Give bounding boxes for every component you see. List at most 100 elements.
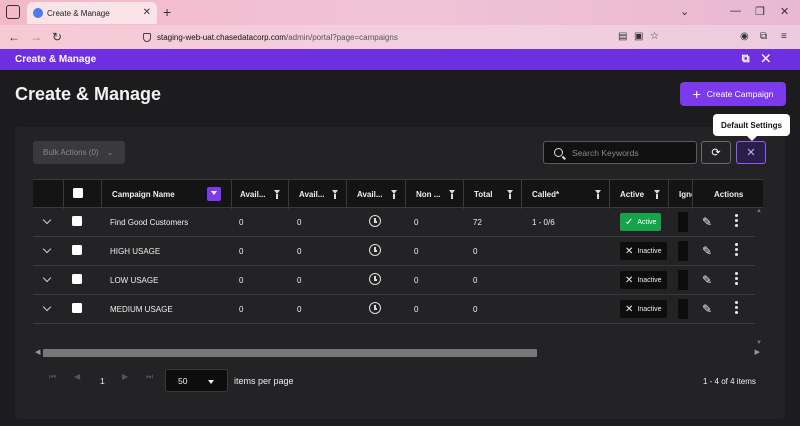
search-input[interactable]: Search Keywords <box>543 141 697 164</box>
column-avail-1[interactable]: Avail... <box>231 180 288 209</box>
extensions-icon[interactable]: ⧉ <box>760 31 767 42</box>
tools-icon: ✕ <box>746 147 756 159</box>
filter-icon[interactable] <box>391 190 397 199</box>
picture-in-picture-icon[interactable]: ▣ <box>634 31 643 42</box>
filter-icon[interactable] <box>332 190 338 199</box>
default-settings-button[interactable]: ✕ <box>736 141 766 164</box>
table-row[interactable]: MEDIUM USAGE 0 0 0 0 ✕ Inactive ✎ <box>33 295 755 324</box>
edit-pencil-icon[interactable]: ✎ <box>702 244 712 258</box>
scroll-down-icon[interactable]: ▼ <box>756 340 762 346</box>
campaign-name[interactable]: MEDIUM USAGE <box>110 295 173 323</box>
previous-page-icon[interactable]: ◀ <box>74 372 80 381</box>
first-page-icon[interactable]: ⏮ <box>49 372 56 382</box>
current-page[interactable]: 1 <box>100 376 105 386</box>
menu-icon[interactable]: ≡ <box>781 31 787 42</box>
filter-icon[interactable] <box>274 190 280 199</box>
row-checkbox[interactable] <box>72 216 82 226</box>
filter-icon[interactable] <box>449 190 455 199</box>
reload-icon[interactable]: ↻ <box>52 30 62 44</box>
status-label: Active <box>637 218 657 226</box>
non-value: 0 <box>414 304 419 314</box>
scroll-left-icon[interactable]: ◀ <box>35 348 40 356</box>
column-non[interactable]: Non ... <box>405 180 463 209</box>
filter-active-icon[interactable] <box>207 187 221 201</box>
avail-1-value: 0 <box>239 304 244 314</box>
alarm-clock-icon <box>369 273 381 285</box>
status-badge[interactable]: ✕ Inactive <box>620 300 667 318</box>
expand-row-chevron-icon[interactable] <box>42 273 52 283</box>
chevron-down-icon: ⌄ <box>106 148 114 157</box>
table-row[interactable]: Find Good Customers 0 0 0 72 1 - 0/6 ✓ Ac… <box>33 208 755 237</box>
column-label: Avail... <box>357 190 383 199</box>
url-field[interactable]: staging-web-uat.chasedatacorp.com/admin/… <box>133 27 668 47</box>
minimize-icon[interactable]: — <box>730 5 741 17</box>
column-label: Called* <box>532 190 560 199</box>
back-icon[interactable]: ← <box>8 30 20 44</box>
table-row[interactable]: LOW USAGE 0 0 0 0 ✕ Inactive ✎ <box>33 266 755 295</box>
campaign-name[interactable]: Find Good Customers <box>110 208 188 236</box>
select-all-checkbox[interactable] <box>73 188 83 198</box>
last-page-icon[interactable]: ⏭ <box>146 372 153 382</box>
horizontal-scrollbar[interactable]: ◀ ▶ <box>33 348 763 358</box>
expand-row-chevron-icon[interactable] <box>42 244 52 254</box>
vertical-scrollbar[interactable]: ▲ ▼ <box>755 208 763 348</box>
alarm-clock-icon <box>369 215 381 227</box>
page-size-select[interactable]: 50 <box>165 369 228 392</box>
status-badge[interactable]: ✕ Inactive <box>620 271 667 289</box>
refresh-button[interactable]: ⟳ <box>701 141 731 164</box>
table-row[interactable]: HIGH USAGE 0 0 0 0 ✕ Inactive ✎ <box>33 237 755 266</box>
campaign-name[interactable]: LOW USAGE <box>110 266 158 294</box>
browser-tab[interactable]: Create & Manage ✕ <box>27 2 157 24</box>
ignore-cell <box>678 212 688 232</box>
tab-list-chevron-icon[interactable]: ⌄ <box>680 5 689 18</box>
column-label: Avail... <box>299 190 325 199</box>
column-campaign-name[interactable]: Campaign Name <box>101 180 231 209</box>
filter-icon[interactable] <box>654 190 660 199</box>
scrollbar-thumb[interactable] <box>43 349 537 357</box>
edit-pencil-icon[interactable]: ✎ <box>702 215 712 229</box>
new-tab-icon[interactable]: + <box>163 4 171 20</box>
avail-2-value: 0 <box>297 217 302 227</box>
restore-icon[interactable]: ❐ <box>755 5 765 18</box>
scroll-right-icon[interactable]: ▶ <box>755 348 760 356</box>
window-close-icon[interactable]: ✕ <box>780 5 789 18</box>
bulk-actions-button[interactable]: Bulk Actions (0) ⌄ <box>33 141 125 164</box>
more-options-icon[interactable] <box>735 214 738 228</box>
column-called[interactable]: Called* <box>521 180 609 209</box>
status-badge[interactable]: ✕ Inactive <box>620 242 667 260</box>
account-icon[interactable]: ◉ <box>740 31 749 42</box>
expand-row-chevron-icon[interactable] <box>42 302 52 312</box>
row-checkbox[interactable] <box>72 303 82 313</box>
status-badge[interactable]: ✓ Active <box>620 213 662 231</box>
column-total[interactable]: Total <box>463 180 521 209</box>
column-label: Total <box>474 190 493 199</box>
row-checkbox[interactable] <box>72 245 82 255</box>
column-ignore[interactable]: Igno <box>668 180 692 209</box>
scroll-up-icon[interactable]: ▲ <box>756 208 762 214</box>
popout-icon[interactable]: ⧉ <box>742 53 762 65</box>
edit-pencil-icon[interactable]: ✎ <box>702 273 712 287</box>
alarm-clock-icon <box>369 302 381 314</box>
edit-pencil-icon[interactable]: ✎ <box>702 302 712 316</box>
more-options-icon[interactable] <box>735 243 738 257</box>
reader-view-icon[interactable]: ▤ <box>618 31 627 42</box>
campaign-name[interactable]: HIGH USAGE <box>110 237 160 265</box>
column-avail-3[interactable]: Avail... <box>346 180 405 209</box>
expand-row-chevron-icon[interactable] <box>42 215 52 225</box>
column-active[interactable]: Active <box>609 180 668 209</box>
filter-icon[interactable] <box>507 190 513 199</box>
close-icon[interactable]: ✕ <box>762 53 782 65</box>
bookmark-star-icon[interactable]: ☆ <box>650 31 659 42</box>
more-options-icon[interactable] <box>735 272 738 286</box>
create-campaign-button[interactable]: + Create Campaign <box>680 82 786 106</box>
more-options-icon[interactable] <box>735 301 738 315</box>
filter-icon[interactable] <box>595 190 601 199</box>
table-header: Campaign Name Avail... Avail... Avail...… <box>33 179 763 209</box>
next-page-icon[interactable]: ▶ <box>122 372 128 381</box>
total-value: 0 <box>473 304 478 314</box>
column-avail-2[interactable]: Avail... <box>288 180 346 209</box>
row-checkbox[interactable] <box>72 274 82 284</box>
forward-icon[interactable]: → <box>30 30 42 44</box>
tab-overview-icon[interactable] <box>6 5 20 19</box>
tab-close-icon[interactable]: ✕ <box>143 7 151 18</box>
